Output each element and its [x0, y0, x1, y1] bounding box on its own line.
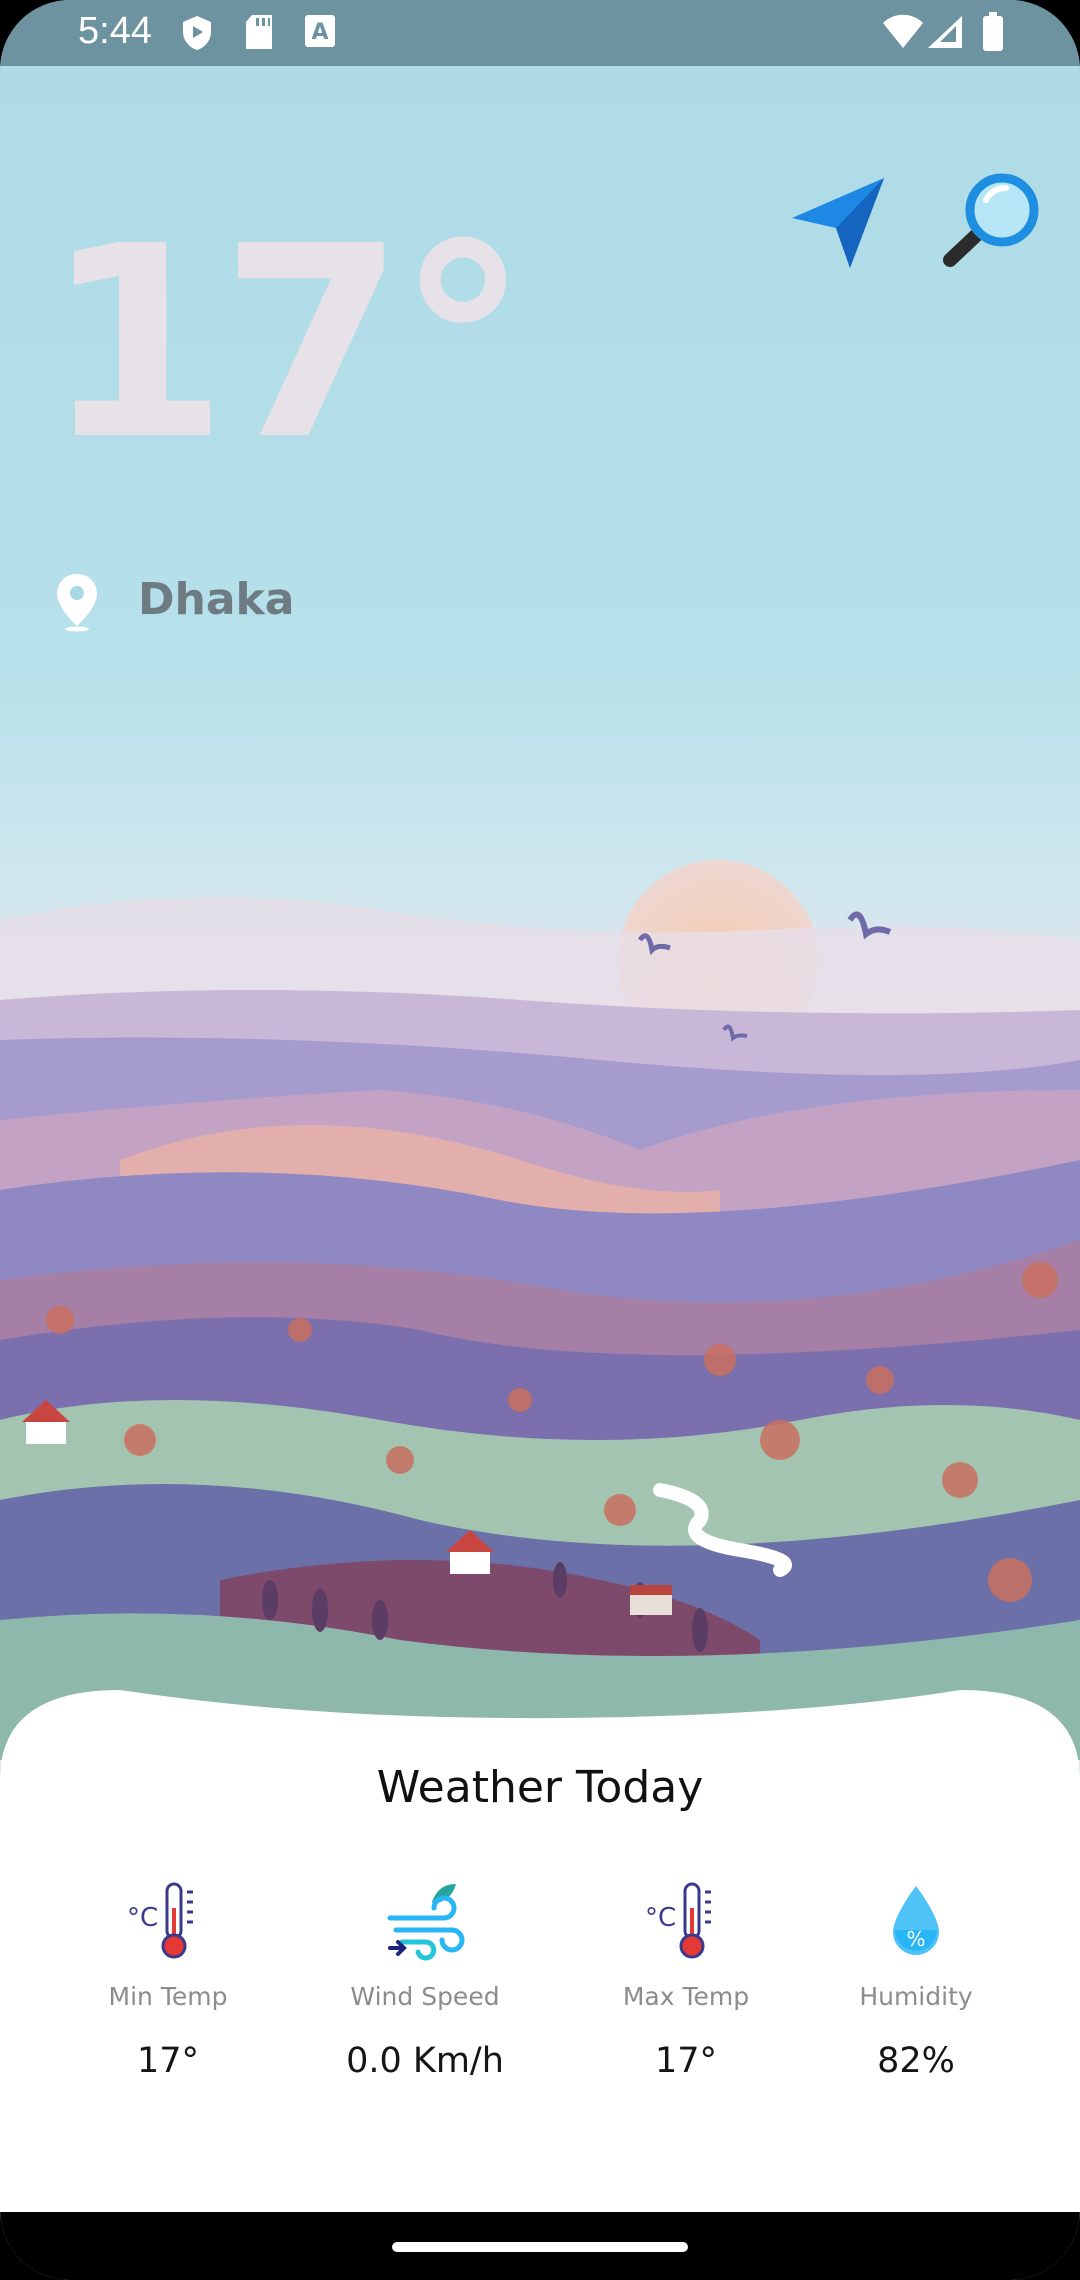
home-indicator[interactable] — [392, 2242, 688, 2252]
svg-text:°C: °C — [645, 1903, 676, 1933]
thermometer-icon: °C — [645, 1882, 711, 1959]
humidity-drop-icon: % — [893, 1886, 939, 1955]
stat-humidity: % Humidity 82% — [801, 1878, 1031, 2081]
stat-label: Max Temp — [622, 1982, 750, 2011]
weather-today-title: Weather Today — [376, 1762, 704, 1813]
font-a-icon: A — [305, 15, 335, 47]
stat-value: 17° — [136, 2041, 200, 2081]
stat-value: 17° — [654, 2041, 718, 2081]
thermometer-icon: °C — [127, 1882, 193, 1959]
status-bar: 5:44 A — [0, 0, 1080, 66]
stat-label: Humidity — [859, 1982, 973, 2011]
shield-play-icon — [183, 16, 211, 50]
wifi-icon — [883, 14, 923, 48]
navigation-arrow-icon[interactable] — [784, 170, 894, 280]
status-time: 5:44 — [78, 10, 152, 52]
wind-icon — [387, 1884, 465, 1961]
stat-value: 82% — [877, 2041, 955, 2081]
signal-icon — [928, 16, 962, 48]
stat-max-temp: °C Max Temp 17° — [571, 1878, 801, 2081]
stat-label: Min Temp — [108, 1982, 228, 2011]
sd-card-icon — [246, 15, 272, 49]
svg-text:°C: °C — [127, 1903, 158, 1933]
svg-text:%: % — [906, 1927, 925, 1951]
stat-min-temp: °C Min Temp 17° — [53, 1878, 283, 2081]
svg-text:A: A — [311, 20, 328, 45]
screen: 5:44 A 17° Dhaka Weather Today °C Min Te… — [0, 0, 1080, 2280]
stat-value: 0.0 Km/h — [346, 2041, 504, 2081]
battery-icon — [983, 12, 1003, 51]
stat-wind-speed: Wind Speed 0.0 Km/h — [310, 1878, 540, 2081]
search-magnifier-icon[interactable] — [940, 168, 1050, 278]
stat-label: Wind Speed — [350, 1982, 500, 2011]
current-temperature: 17° — [44, 190, 529, 498]
location-pin-icon — [57, 574, 97, 632]
city-name: Dhaka — [138, 574, 295, 625]
landscape-illustration — [0, 860, 1080, 1760]
